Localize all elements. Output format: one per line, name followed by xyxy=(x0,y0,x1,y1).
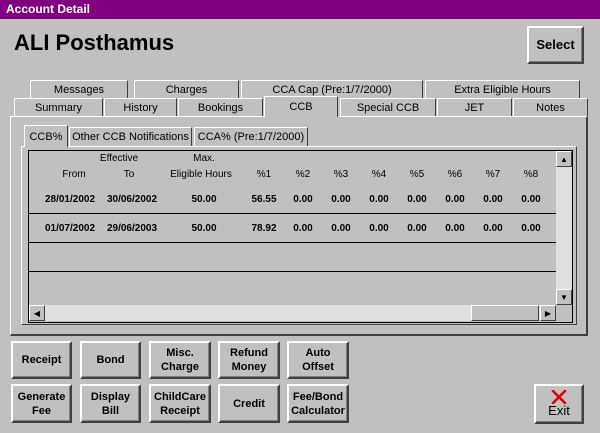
col-pct2: %2 xyxy=(295,169,311,180)
childcare-receipt-button[interactable]: ChildCare Receipt xyxy=(149,384,211,423)
col-pct4: %4 xyxy=(371,169,387,180)
subtab-ccb-percent[interactable]: CCB% xyxy=(24,125,68,147)
window-title: Account Detail xyxy=(0,0,600,19)
scroll-right-icon[interactable]: ▶ xyxy=(540,305,556,321)
row2-pct4: 0.00 xyxy=(369,223,389,234)
tab-charges[interactable]: Charges xyxy=(134,80,239,98)
row2-pct6: 0.00 xyxy=(445,223,465,234)
row1-pct2: 0.00 xyxy=(293,194,313,205)
select-button[interactable]: Select xyxy=(527,26,584,64)
row2-pct7: 0.00 xyxy=(483,223,503,234)
row2-pct3: 0.00 xyxy=(331,223,351,234)
account-detail-window: Account Detail ALI Posthamus Select Mess… xyxy=(0,0,600,433)
row1-pct6: 0.00 xyxy=(445,194,465,205)
row2-pct8: 0.00 xyxy=(521,223,541,234)
row1-pct5: 0.00 xyxy=(407,194,427,205)
col-pct3: %3 xyxy=(333,169,349,180)
col-pct7: %7 xyxy=(485,169,501,180)
row1-to: 30/06/2002 xyxy=(106,194,158,205)
row2-pct1: 78.92 xyxy=(251,223,277,234)
row2-to: 29/06/2003 xyxy=(106,223,158,234)
tab-history[interactable]: History xyxy=(104,98,177,116)
row1-eligible-hours: 50.00 xyxy=(191,194,217,205)
subtab-cca-percent-pre[interactable]: CCA% (Pre:1/7/2000) xyxy=(194,127,308,146)
exit-button[interactable]: Exit xyxy=(534,384,584,424)
auto-offset-button[interactable]: Auto Offset xyxy=(287,341,349,379)
row2-from: 01/07/2002 xyxy=(44,223,96,234)
scroll-left-icon[interactable]: ◀ xyxy=(29,305,45,321)
misc-charge-button[interactable]: Misc. Charge xyxy=(149,341,211,379)
col-eligible-hours: Eligible Hours xyxy=(170,169,232,180)
tab-bookings[interactable]: Bookings xyxy=(178,98,263,116)
scroll-up-icon[interactable]: ▲ xyxy=(556,151,572,167)
exit-label: Exit xyxy=(548,403,570,418)
row1-pct8: 0.00 xyxy=(521,194,541,205)
row2-eligible-hours: 50.00 xyxy=(191,223,217,234)
tab-notes[interactable]: Notes xyxy=(513,98,588,116)
tab-summary[interactable]: Summary xyxy=(14,98,103,116)
row1-pct7: 0.00 xyxy=(483,194,503,205)
tab-special-ccb[interactable]: Special CCB xyxy=(340,98,436,116)
col-pct1: %1 xyxy=(256,169,272,180)
row-separator xyxy=(29,271,557,272)
display-bill-button[interactable]: Display Bill xyxy=(80,384,141,423)
col-pct6: %6 xyxy=(447,169,463,180)
tab-ccb[interactable]: CCB xyxy=(264,96,338,117)
bond-button[interactable]: Bond xyxy=(80,341,141,379)
receipt-button[interactable]: Receipt xyxy=(11,341,72,379)
tab-extra-eligible-hours[interactable]: Extra Eligible Hours xyxy=(425,80,580,98)
header-max: Max. xyxy=(193,153,215,164)
row2-pct5: 0.00 xyxy=(407,223,427,234)
credit-button[interactable]: Credit xyxy=(218,384,280,423)
col-from: From xyxy=(62,169,86,180)
row1-pct3: 0.00 xyxy=(331,194,351,205)
col-to: To xyxy=(123,169,135,180)
tab-jet[interactable]: JET xyxy=(437,98,512,116)
vertical-scrollbar[interactable]: ▲ ▼ xyxy=(556,151,572,305)
row-separator xyxy=(29,242,557,243)
ccb-grid[interactable]: Effective Max. From To Eligible Hours %1… xyxy=(28,150,573,323)
header-effective: Effective xyxy=(99,153,139,164)
horizontal-scrollbar[interactable]: ◀ ▶ xyxy=(29,305,556,321)
scroll-down-icon[interactable]: ▼ xyxy=(556,289,572,305)
row1-pct1: 56.55 xyxy=(251,194,277,205)
account-name: ALI Posthamus xyxy=(14,30,175,55)
refund-money-button[interactable]: Refund Money xyxy=(218,341,280,379)
row-separator xyxy=(29,213,557,214)
generate-fee-button[interactable]: Generate Fee xyxy=(11,384,72,423)
horizontal-scroll-thumb[interactable] xyxy=(471,305,539,321)
row1-from: 28/01/2002 xyxy=(44,194,96,205)
tab-messages[interactable]: Messages xyxy=(30,80,128,98)
col-pct5: %5 xyxy=(409,169,425,180)
fee-bond-calculator-button[interactable]: Fee/Bond Calculator xyxy=(287,384,349,423)
row1-pct4: 0.00 xyxy=(369,194,389,205)
close-x-icon xyxy=(551,390,567,404)
row2-pct2: 0.00 xyxy=(293,223,313,234)
col-pct8: %8 xyxy=(523,169,539,180)
subtab-other-ccb-notifications[interactable]: Other CCB Notifications xyxy=(69,127,192,146)
